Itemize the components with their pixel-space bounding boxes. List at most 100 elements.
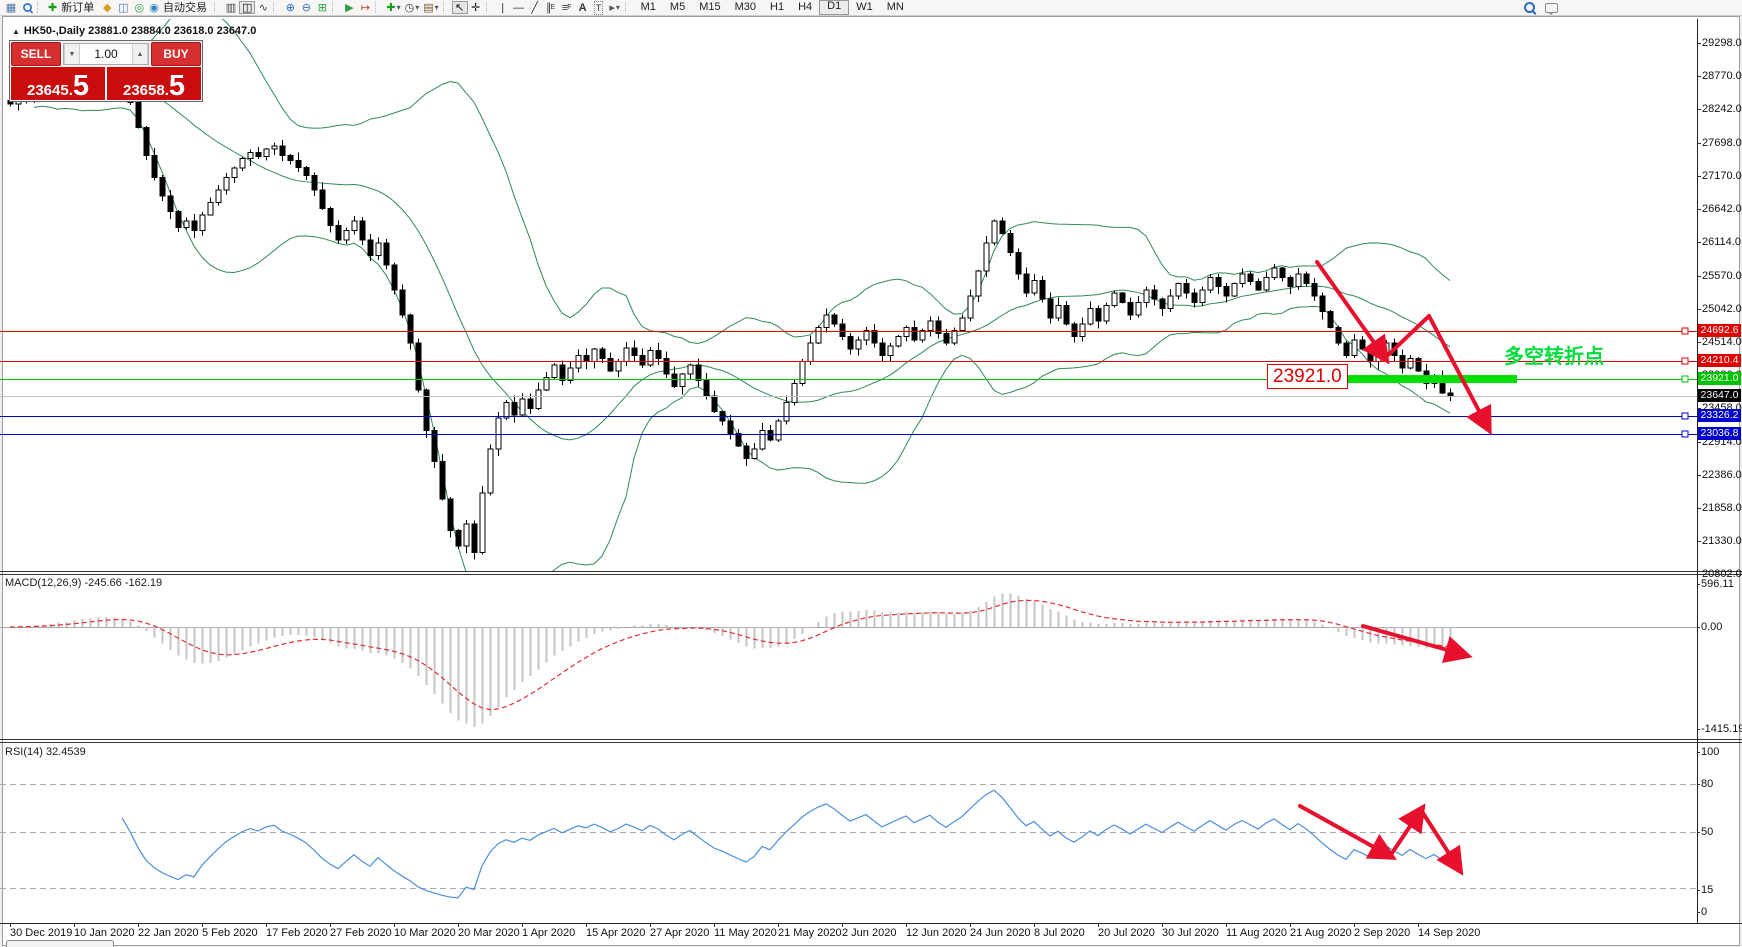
sell-button[interactable]: SELL [11,42,61,66]
navigator-button[interactable]: ◎ [131,1,147,14]
x-axis-date-label: 27 Feb 2020 [330,927,392,939]
line-price-chip[interactable]: 23326.2 [1698,409,1741,422]
equidistant-channel-button[interactable]: ∥E [543,1,559,14]
buy-price-big-digit: 5 [169,75,185,98]
market-watch-button[interactable]: ◆ [99,1,115,14]
y-axis-tick-label: 26642.0 [1702,203,1742,215]
timeframe-group: M1M5M15M30H1H4D1W1MN [634,0,911,15]
sell-price-main: 23645. [27,83,73,98]
trendline-icon: ╱ [531,2,538,14]
bar-chart-icon: ▥ [226,2,236,14]
vertical-line-icon: | [501,2,504,14]
indicators-icon: ✚ [386,2,395,14]
volume-increase-button[interactable]: ▲ [132,44,148,64]
current-price-chip[interactable]: 23647.0 [1698,389,1741,402]
candlestick-chart-button[interactable]: ◫ [239,1,255,14]
new-order-label: 新订单 [60,2,97,14]
line-price-chip[interactable]: 23036.8 [1698,427,1741,440]
y-axis-tick-label: 21858.0 [1702,502,1742,514]
toolbar-separator [214,2,219,13]
sell-price-display[interactable]: 23645.5 [11,67,105,100]
tile-windows-button[interactable]: ⊞ [314,1,330,14]
timeframe-m30[interactable]: M30 [728,1,763,14]
timeframe-h4[interactable]: H4 [791,1,819,14]
x-axis-date-label: 1 Apr 2020 [522,927,575,939]
support-price-text-box[interactable]: 23921.0 [1267,364,1348,389]
chat-button[interactable] [1543,1,1560,14]
y-axis-tick-label: 26114.0 [1702,236,1741,248]
chart-profile-button[interactable] [19,1,35,14]
x-axis-date-label: 21 Aug 2020 [1290,927,1352,939]
timeframe-m5[interactable]: M5 [663,1,692,14]
chart-shift-button[interactable]: ↦ [357,1,373,14]
zoom-in-button[interactable]: ⊕ [282,1,298,14]
one-click-trading-panel: SELL ▼ 1.00 ▲ BUY 23645.5 23658.5 [9,40,203,102]
indicators-button[interactable]: ✚▾ [384,1,402,14]
macd-scale-label: -1415.19 [1701,723,1742,735]
templates-button[interactable]: ▤▾ [421,1,440,14]
volume-input[interactable]: 1.00 [80,44,132,64]
crosshair-button[interactable]: ✛ [468,1,484,14]
line-price-chip[interactable]: 23921.0 [1698,372,1741,385]
chart-title: ▲HK50-,Daily 23881.0 23884.0 23618.0 236… [12,25,256,37]
buy-price-display[interactable]: 23658.5 [107,67,201,100]
new-chart-button[interactable]: ▦ [3,1,19,14]
collapse-panel-icon[interactable]: ▲ [12,27,20,36]
bar-chart-button[interactable]: ▥ [223,1,239,14]
sell-price-big-digit: 5 [73,75,89,98]
dropdown-caret-icon: ▾ [616,2,620,14]
timeframe-m1[interactable]: M1 [634,1,663,14]
zoom-out-button[interactable]: ⊖ [298,1,314,14]
horizontal-line-button[interactable]: — [511,1,527,14]
data-window-button[interactable]: ◫ [115,1,131,14]
x-axis-date-label: 15 Apr 2020 [586,927,645,939]
search-icon [1524,2,1535,13]
periods-button[interactable]: ◷▾ [403,1,422,14]
arrows-icon: ▸ [609,2,615,14]
line-price-chip[interactable]: 24692.6 [1698,324,1741,337]
line-price-chip[interactable]: 24210.4 [1698,354,1741,367]
timeframe-mn[interactable]: MN [880,1,911,14]
text-label-icon: T [594,1,604,15]
x-axis-date-label: 27 Apr 2020 [650,927,709,939]
search-button[interactable] [1521,1,1537,14]
toolbar: ▦ ✚ 新订单 ◆ ◫ ◎ ◉ 自动交易 ▥ ◫ ∿ ⊕ ⊖ ⊞ ▶ ↦ ✚▾ … [0,0,1742,16]
volume-decrease-button[interactable]: ▼ [64,44,80,64]
y-axis-tick-label: 25570.0 [1702,270,1742,282]
timeframe-w1[interactable]: W1 [849,1,880,14]
cursor-button[interactable]: ↖ [452,1,468,14]
text-button[interactable]: A [575,1,591,14]
vertical-line-button[interactable]: | [495,1,511,14]
rsi-value: 32.4539 [46,746,86,758]
text-label-button[interactable]: T [591,1,607,14]
buy-button[interactable]: BUY [151,42,201,66]
chart-window [2,16,1740,946]
dropdown-caret-icon: ▾ [435,2,439,14]
new-order-button[interactable]: ✚ 新订单 [46,1,99,14]
trendline-button[interactable]: ╱ [527,1,543,14]
dropdown-caret-icon: ▾ [397,2,401,14]
macd-scale-label: 596.11 [1701,578,1734,590]
timeframe-m15[interactable]: M15 [692,1,727,14]
autotrading-button[interactable]: ◉ 自动交易 [147,1,212,14]
x-axis-date-label: 20 Jul 2020 [1098,927,1155,939]
dropdown-caret-icon: ▾ [415,2,419,14]
x-axis-date-label: 20 Mar 2020 [458,927,520,939]
rsi-scale-label: 50 [1701,826,1713,838]
pivot-annotation-text: 多空转折点 [1504,340,1604,369]
x-axis-date-label: 14 Sep 2020 [1418,927,1480,939]
timeframe-h1[interactable]: H1 [763,1,791,14]
market-watch-icon: ◆ [103,2,111,14]
timeframe-d1[interactable]: D1 [819,0,849,15]
toolbar-separator [486,2,491,13]
line-chart-button[interactable]: ∿ [255,1,271,14]
auto-scroll-button[interactable]: ▶ [341,1,357,14]
rsi-scale-label: 0 [1701,906,1707,918]
toolbar-separator [443,2,448,13]
rsi-name: RSI(14) [5,746,43,758]
arrows-button[interactable]: ▸▾ [607,1,623,14]
toolbar-separator [273,2,278,13]
rsi-indicator-label: RSI(14) 32.4539 [5,746,86,758]
fibonacci-button[interactable]: ≡F [559,1,575,14]
x-axis-date-label: 2 Sep 2020 [1354,927,1410,939]
